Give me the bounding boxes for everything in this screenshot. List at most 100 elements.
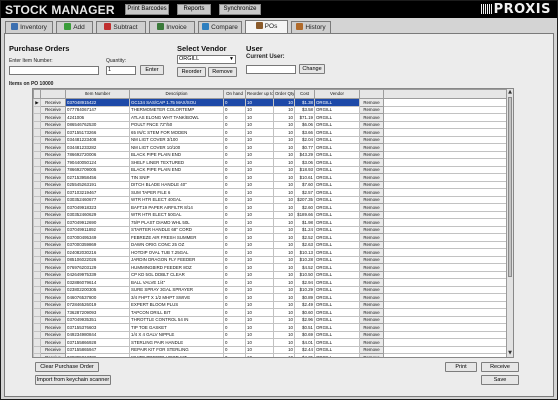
row-selector[interactable] bbox=[33, 248, 41, 257]
table-row[interactable]: Receive 736287209093 TAPCON DRILL BIT 0 10 10… bbox=[33, 308, 513, 317]
table-row[interactable]: Receive 030352460677 WTR HTR ELECT 40GAL 0 1… bbox=[33, 195, 513, 204]
tab-add[interactable]: Add bbox=[56, 21, 93, 33]
row-receive-button[interactable]: Receive bbox=[40, 150, 66, 159]
row-receive-button[interactable]: Receive bbox=[40, 135, 66, 144]
row-remove-button[interactable]: Remove bbox=[359, 338, 384, 347]
row-selector[interactable] bbox=[33, 150, 41, 159]
tab-compare[interactable]: Compare bbox=[198, 21, 242, 33]
row-selector[interactable] bbox=[33, 105, 41, 114]
table-row[interactable]: Receive 049234980844 1/4 X 4 GALV NIPPLE 0 1… bbox=[33, 330, 513, 339]
table-row[interactable]: Receive 024082030216 HOTDIP OVAL TUB 7.25G… bbox=[33, 248, 513, 257]
row-selector[interactable] bbox=[33, 113, 41, 122]
row-selector[interactable] bbox=[33, 203, 41, 212]
row-receive-button[interactable]: Receive bbox=[40, 188, 66, 197]
clear-purchase-order-button[interactable]: Clear Purchase Order bbox=[35, 362, 99, 372]
reorder-button[interactable]: Reorder bbox=[177, 67, 206, 77]
row-receive-button[interactable]: Receive bbox=[40, 173, 66, 182]
row-selector[interactable] bbox=[33, 135, 41, 144]
save-button[interactable]: Save bbox=[481, 375, 519, 385]
table-row[interactable]: Receive 037049912690 75/P PLAST DIAMD WHL … bbox=[33, 218, 513, 227]
table-row[interactable]: Receive 072846526019 EXPERT BLOOM PLUS 0 10 1… bbox=[33, 300, 513, 309]
table-row[interactable]: Receive 085106022026 JARDIN DRAGON FLY FEE… bbox=[33, 255, 513, 264]
row-selector[interactable]: ▶ bbox=[33, 98, 41, 107]
table-row[interactable]: Receive 027153958456 TIN SNIP 0 10 10 $10.61 OR… bbox=[33, 173, 513, 182]
row-remove-button[interactable]: Remove bbox=[359, 240, 384, 249]
row-remove-button[interactable]: Remove bbox=[359, 173, 384, 182]
tab-history[interactable]: History bbox=[291, 21, 331, 33]
row-remove-button[interactable]: Remove bbox=[359, 330, 384, 339]
row-receive-button[interactable]: Receive bbox=[40, 300, 66, 309]
table-row[interactable]: Receive 037155376603 TIP TOE GASKET 0 10 10 $0… bbox=[33, 323, 513, 332]
table-row[interactable]: Receive 4241006 ATLAS ELONG WHT TANK/BOWL 0… bbox=[33, 113, 513, 122]
table-row[interactable]: Receive 037000495349 FEBREZE AIR FRESH SUM… bbox=[33, 233, 513, 242]
table-row[interactable]: Receive 037103219467 SUM TAPER FILE 6 0 10 10… bbox=[33, 188, 513, 197]
row-selector[interactable] bbox=[33, 128, 41, 137]
row-selector[interactable] bbox=[33, 143, 41, 152]
row-selector[interactable] bbox=[33, 218, 41, 227]
item-number-input[interactable] bbox=[9, 66, 99, 75]
row-remove-button[interactable]: Remove bbox=[359, 113, 384, 122]
row-receive-button[interactable]: Receive bbox=[40, 218, 66, 227]
table-row[interactable]: Receive 029895813736 WHITE PREFRD HOOD KIT… bbox=[33, 353, 513, 357]
row-remove-button[interactable]: Remove bbox=[359, 120, 384, 129]
row-remove-button[interactable]: Remove bbox=[359, 210, 384, 219]
row-remove-button[interactable]: Remove bbox=[359, 143, 384, 152]
row-remove-button[interactable]: Remove bbox=[359, 98, 384, 107]
row-remove-button[interactable]: Remove bbox=[359, 248, 384, 257]
row-remove-button[interactable]: Remove bbox=[359, 180, 384, 189]
row-receive-button[interactable]: Receive bbox=[40, 195, 66, 204]
row-receive-button[interactable]: Receive bbox=[40, 240, 66, 249]
row-receive-button[interactable]: Receive bbox=[40, 128, 66, 137]
table-row[interactable]: Receive 037049911892 STARTER HANDLE 68" CO… bbox=[33, 225, 513, 234]
table-row[interactable]: Receive 037155173266 65 IN/C STEM FOR MODE… bbox=[33, 128, 513, 137]
tab-pos[interactable]: POs bbox=[245, 20, 288, 33]
row-receive-button[interactable]: Receive bbox=[40, 158, 66, 167]
table-scrollbar[interactable]: ▲ ▼ bbox=[506, 89, 513, 357]
row-selector[interactable] bbox=[33, 345, 41, 354]
row-receive-button[interactable]: Receive bbox=[40, 180, 66, 189]
row-receive-button[interactable]: Receive bbox=[40, 203, 66, 212]
row-receive-button[interactable]: Receive bbox=[40, 113, 66, 122]
row-selector[interactable] bbox=[33, 165, 41, 174]
row-remove-button[interactable]: Remove bbox=[359, 128, 384, 137]
row-remove-button[interactable]: Remove bbox=[359, 255, 384, 264]
row-receive-button[interactable]: Receive bbox=[40, 98, 66, 107]
row-selector[interactable] bbox=[33, 180, 41, 189]
table-row[interactable]: Receive 086546762530 POULT FNCE 72"/50 0 10 1… bbox=[33, 120, 513, 129]
table-row[interactable]: Receive 790440050124 SHELF LINER TEXTURED 0… bbox=[33, 158, 513, 167]
row-selector[interactable] bbox=[33, 278, 41, 287]
row-receive-button[interactable]: Receive bbox=[40, 225, 66, 234]
tab-invoice[interactable]: Invoice bbox=[149, 21, 195, 33]
row-receive-button[interactable]: Receive bbox=[40, 270, 66, 279]
table-row[interactable]: ▶ Receive 037048915422 GC134 SAS/CAP 1.75 M… bbox=[33, 98, 513, 107]
row-receive-button[interactable]: Receive bbox=[40, 120, 66, 129]
row-remove-button[interactable]: Remove bbox=[359, 278, 384, 287]
enter-button[interactable]: Enter bbox=[140, 65, 164, 75]
row-receive-button[interactable]: Receive bbox=[40, 308, 66, 317]
row-remove-button[interactable]: Remove bbox=[359, 218, 384, 227]
row-selector[interactable] bbox=[33, 188, 41, 197]
table-row[interactable]: Receive 032886079614 BALL VALVE 1/4" 0 10 10 $… bbox=[33, 278, 513, 287]
row-receive-button[interactable]: Receive bbox=[40, 353, 66, 357]
row-receive-button[interactable]: Receive bbox=[40, 293, 66, 302]
table-row[interactable]: Receive 037000359869 DAWN ORIG CONC 25 OZ 0… bbox=[33, 240, 513, 249]
row-remove-button[interactable]: Remove bbox=[359, 345, 384, 354]
row-selector[interactable] bbox=[33, 330, 41, 339]
row-remove-button[interactable]: Remove bbox=[359, 150, 384, 159]
row-remove-button[interactable]: Remove bbox=[359, 353, 384, 357]
row-remove-button[interactable]: Remove bbox=[359, 225, 384, 234]
row-receive-button[interactable]: Receive bbox=[40, 105, 66, 114]
row-selector[interactable] bbox=[33, 300, 41, 309]
row-receive-button[interactable]: Receive bbox=[40, 278, 66, 287]
scroll-down-icon[interactable]: ▼ bbox=[507, 350, 513, 357]
table-row[interactable]: Receive 037049918323 BAFT19 PAPER AIRFILTR… bbox=[33, 203, 513, 212]
row-selector[interactable] bbox=[33, 270, 41, 279]
table-row[interactable]: Receive 025545263191 DITCH BLADE HANDLE 40… bbox=[33, 180, 513, 189]
scroll-up-icon[interactable]: ▲ bbox=[507, 89, 513, 96]
scrollbar-thumb[interactable] bbox=[508, 97, 512, 277]
row-remove-button[interactable]: Remove bbox=[359, 308, 384, 317]
table-row[interactable]: Receive 023802200305 SURE SPRAY 3GAL SPRAY… bbox=[33, 285, 513, 294]
table-row[interactable]: Receive 034481223408 NM LIGT COVER 3/100 0 1… bbox=[33, 135, 513, 144]
table-row[interactable]: Receive 786692720006 BLACK PIPE PLAIN END 0… bbox=[33, 150, 513, 159]
tab-inventory[interactable]: Inventory bbox=[5, 21, 53, 33]
